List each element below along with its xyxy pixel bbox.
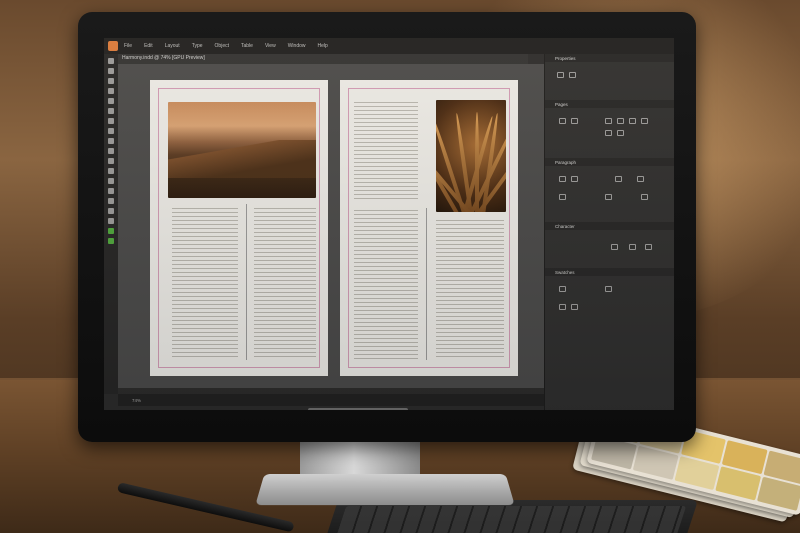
text-column[interactable] (354, 102, 418, 202)
panel-title-character[interactable]: Character (555, 224, 575, 229)
free-transform-tool-icon[interactable] (108, 168, 114, 174)
document-tab-bar: Harmony.indd @ 74% [GPU Preview] (118, 54, 528, 64)
menu-type[interactable]: Type (192, 43, 203, 49)
page-right[interactable] (340, 80, 518, 376)
rectangle-tool-icon[interactable] (108, 148, 114, 154)
menu-bar: File Edit Layout Type Object Table View … (104, 38, 674, 54)
font-size-icon[interactable] (611, 244, 618, 250)
menu-object[interactable]: Object (215, 43, 229, 49)
hyphenation-icon[interactable] (559, 194, 566, 200)
menu-layout[interactable]: Layout (165, 43, 180, 49)
app-logo-icon (108, 41, 118, 51)
effects-icon[interactable] (559, 304, 566, 310)
fill-icon[interactable] (605, 286, 612, 292)
menu-file[interactable]: File (124, 43, 132, 49)
zoom-level[interactable]: 74% (132, 398, 141, 403)
menu-window[interactable]: Window (288, 43, 306, 49)
type-tool-icon[interactable] (108, 98, 114, 104)
monitor-stand-base (255, 473, 515, 506)
leading-icon[interactable] (629, 244, 636, 250)
frame-icon[interactable] (569, 72, 576, 78)
note-tool-icon[interactable] (108, 188, 114, 194)
text-column[interactable] (172, 208, 238, 358)
panel-title-paragraph[interactable]: Paragraph (555, 160, 576, 165)
eyedropper-tool-icon[interactable] (108, 198, 114, 204)
tracking-icon[interactable] (645, 244, 652, 250)
menu-edit[interactable]: Edit (144, 43, 153, 49)
baseline-icon[interactable] (641, 194, 648, 200)
spacing-icon[interactable] (637, 176, 644, 182)
properties-panel-dock: Properties Pages Paragraph Character Swa… (544, 54, 674, 410)
selection-tool-icon[interactable] (108, 58, 114, 64)
page-left[interactable] (150, 80, 328, 376)
column-rule (246, 204, 247, 360)
direct-selection-tool-icon[interactable] (108, 68, 114, 74)
gradient-tool-icon[interactable] (108, 178, 114, 184)
panel-title-swatches[interactable]: Swatches (555, 270, 575, 275)
align-bottom-icon[interactable] (641, 118, 648, 124)
rectangle-frame-tool-icon[interactable] (108, 138, 114, 144)
text-column[interactable] (354, 210, 418, 360)
text-column[interactable] (254, 208, 316, 358)
photo-scene: File Edit Layout Type Object Table View … (0, 0, 800, 533)
menu-table[interactable]: Table (241, 43, 253, 49)
distribute-v-icon[interactable] (617, 130, 624, 136)
drop-cap-icon[interactable] (605, 194, 612, 200)
panel-title-pages[interactable]: Pages (555, 102, 568, 107)
panel-title-properties[interactable]: Properties (555, 56, 576, 61)
horizontal-scrollbar[interactable] (308, 408, 408, 410)
distribute-icon[interactable] (605, 130, 612, 136)
menu-view[interactable]: View (265, 43, 276, 49)
align-left-icon[interactable] (559, 118, 566, 124)
align-center-icon[interactable] (571, 118, 578, 124)
align-right-icon[interactable] (605, 118, 612, 124)
pencil-tool-icon[interactable] (108, 128, 114, 134)
indent-icon[interactable] (615, 176, 622, 182)
status-bar: 74% (118, 394, 544, 406)
pasteboard[interactable] (118, 64, 544, 410)
stroke-weight-icon[interactable] (559, 286, 566, 292)
hill-ridge (168, 140, 316, 178)
document-tab[interactable]: Harmony.indd @ 74% [GPU Preview] (122, 55, 205, 61)
align-middle-icon[interactable] (629, 118, 636, 124)
gap-tool-icon[interactable] (108, 88, 114, 94)
pen-tool-icon[interactable] (108, 118, 114, 124)
tools-panel (104, 54, 118, 394)
scissors-tool-icon[interactable] (108, 158, 114, 164)
line-tool-icon[interactable] (108, 108, 114, 114)
monitor-screen: File Edit Layout Type Object Table View … (104, 38, 674, 410)
stroke-color-icon[interactable] (108, 238, 114, 244)
plant-photo[interactable] (436, 100, 506, 212)
text-column[interactable] (436, 220, 504, 360)
zoom-tool-icon[interactable] (108, 218, 114, 224)
text-align-icon[interactable] (559, 176, 566, 182)
keyboard-keys (333, 506, 687, 533)
text-justify-icon[interactable] (571, 176, 578, 182)
column-rule (426, 208, 427, 360)
landscape-photo[interactable] (168, 102, 316, 198)
fill-color-icon[interactable] (108, 228, 114, 234)
opacity-icon[interactable] (571, 304, 578, 310)
layer-icon[interactable] (557, 72, 564, 78)
align-top-icon[interactable] (617, 118, 624, 124)
page-tool-icon[interactable] (108, 78, 114, 84)
hand-tool-icon[interactable] (108, 208, 114, 214)
menu-help[interactable]: Help (318, 43, 328, 49)
